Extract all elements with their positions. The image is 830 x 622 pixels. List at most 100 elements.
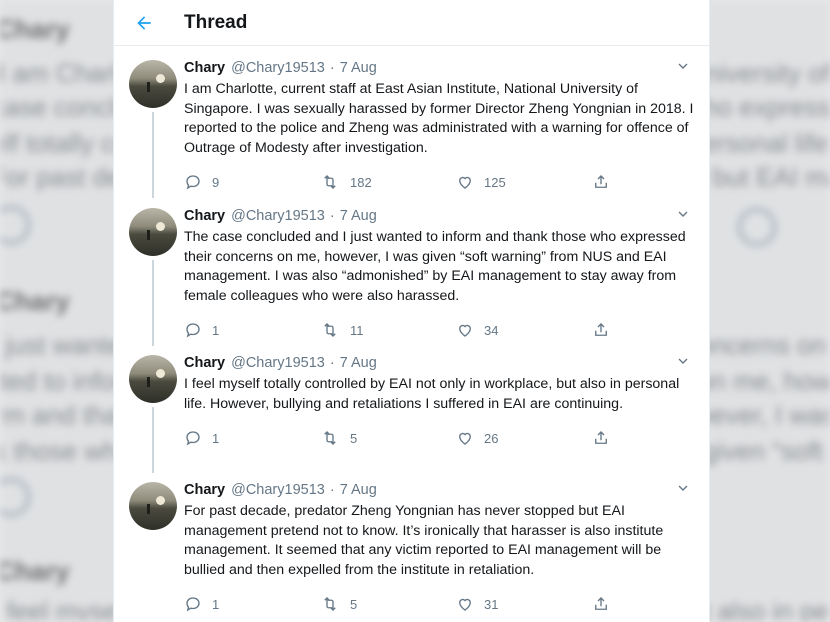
retweet-button[interactable]: 5	[320, 595, 456, 613]
thread-panel: Thread Chary @Chary19513 · 7 Aug I am Ch…	[113, 0, 710, 622]
share-button[interactable]	[592, 321, 622, 339]
tweet-date[interactable]: 7 Aug	[340, 208, 377, 224]
tweet[interactable]: Chary @Chary19513 · 7 Aug For past decad…	[114, 468, 709, 618]
reply-icon	[186, 175, 200, 190]
retweet-icon	[324, 175, 336, 190]
author-handle[interactable]: @Chary19513	[231, 208, 325, 224]
separator-dot: ·	[329, 482, 335, 498]
tweet-text: I feel myself totally controlled by EAI …	[184, 376, 680, 412]
page-title: Thread	[184, 11, 248, 33]
author-handle[interactable]: @Chary19513	[231, 482, 325, 498]
avatar-column	[129, 60, 177, 198]
thread-header: Thread	[114, 0, 709, 46]
chevron-down-icon[interactable]	[675, 206, 691, 222]
author-name[interactable]: Chary	[184, 355, 225, 371]
tweet-date[interactable]: 7 Aug	[340, 355, 377, 371]
tweet-text: The case concluded and I just wanted to …	[184, 229, 686, 304]
retweet-count: 182	[350, 174, 372, 190]
reply-button[interactable]: 9	[184, 173, 320, 191]
heart-icon	[459, 599, 471, 612]
like-button[interactable]: 34	[456, 321, 592, 339]
tweet-header: Chary @Chary19513 · 7 Aug	[184, 480, 693, 500]
like-count: 26	[484, 430, 499, 446]
thread-connector-line	[152, 407, 154, 473]
avatar[interactable]	[129, 482, 177, 530]
background-name-text: Chary	[0, 14, 70, 44]
reply-button[interactable]: 1	[184, 321, 320, 339]
share-button[interactable]	[592, 173, 622, 191]
tweet[interactable]: Chary @Chary19513 · 7 Aug The case concl…	[114, 194, 709, 346]
avatar-column	[129, 355, 177, 473]
tweet-text: For past decade, predator Zheng Yongnian…	[184, 503, 664, 578]
retweet-button[interactable]: 5	[320, 429, 456, 447]
tweet-text: I am Charlotte, current staff at East As…	[184, 81, 694, 156]
like-count: 34	[484, 322, 499, 338]
chevron-down-icon[interactable]	[675, 353, 691, 369]
share-icon	[595, 323, 607, 337]
retweet-count: 11	[350, 322, 364, 338]
thread-connector-line	[152, 112, 154, 198]
heart-icon	[459, 433, 471, 445]
reply-count: 9	[212, 174, 220, 190]
tweet-header: Chary @Chary19513 · 7 Aug	[184, 58, 693, 78]
heart-icon	[459, 325, 471, 338]
share-icon	[595, 431, 607, 445]
tweet-date[interactable]: 7 Aug	[340, 60, 377, 76]
like-button[interactable]: 26	[456, 429, 592, 447]
retweet-button[interactable]: 182	[320, 173, 456, 191]
like-button[interactable]: 31	[456, 595, 592, 613]
like-count: 125	[484, 174, 506, 190]
avatar-column	[129, 208, 177, 346]
retweet-icon	[324, 431, 336, 446]
reply-button[interactable]: 1	[184, 429, 320, 447]
share-icon	[595, 175, 607, 189]
like-button[interactable]: 125	[456, 173, 592, 191]
author-name[interactable]: Chary	[184, 482, 225, 498]
reply-count: 1	[212, 322, 220, 338]
chevron-down-icon[interactable]	[675, 480, 691, 496]
reply-count: 1	[212, 430, 220, 446]
avatar[interactable]	[129, 355, 177, 403]
tweet-header: Chary @Chary19513 · 7 Aug	[184, 353, 693, 373]
background-share-icon	[738, 208, 776, 246]
reply-icon	[186, 431, 200, 446]
tweet-actions: 1 5 31	[184, 584, 693, 622]
chevron-down-icon[interactable]	[675, 58, 691, 74]
retweet-icon	[324, 323, 336, 338]
separator-dot: ·	[329, 208, 335, 224]
tweet-date[interactable]: 7 Aug	[340, 482, 377, 498]
tweet[interactable]: Chary @Chary19513 · 7 Aug I am Charlotte…	[114, 46, 709, 198]
share-button[interactable]	[592, 429, 622, 447]
retweet-count: 5	[350, 596, 358, 612]
reply-count: 1	[212, 596, 220, 612]
tweet-header: Chary @Chary19513 · 7 Aug	[184, 206, 693, 226]
avatar-column	[129, 482, 177, 530]
author-name[interactable]: Chary	[184, 60, 225, 76]
author-handle[interactable]: @Chary19513	[231, 355, 325, 371]
tweet[interactable]: Chary @Chary19513 · 7 Aug I feel myself …	[114, 341, 709, 473]
like-count: 31	[484, 596, 499, 612]
back-button[interactable]	[122, 0, 166, 46]
retweet-count: 5	[350, 430, 358, 446]
background-reply-icon	[0, 478, 30, 516]
avatar[interactable]	[129, 60, 177, 108]
author-handle[interactable]: @Chary19513	[231, 60, 325, 76]
retweet-icon	[324, 597, 336, 612]
reply-button[interactable]: 1	[184, 595, 320, 613]
retweet-button[interactable]: 11	[320, 321, 456, 339]
background-reply-icon	[0, 206, 30, 244]
background-name-text: Chary	[0, 286, 70, 316]
thread-connector-line	[152, 260, 154, 346]
background-name-text: Chary	[0, 556, 70, 586]
separator-dot: ·	[329, 355, 335, 371]
avatar[interactable]	[129, 208, 177, 256]
share-icon	[595, 597, 607, 611]
tweet-actions: 1 5 26	[184, 418, 693, 458]
reply-icon	[186, 597, 200, 612]
reply-icon	[186, 323, 200, 338]
share-button[interactable]	[592, 595, 622, 613]
author-name[interactable]: Chary	[184, 208, 225, 224]
heart-icon	[459, 177, 471, 190]
arrow-left-icon	[137, 15, 151, 30]
separator-dot: ·	[329, 60, 335, 76]
